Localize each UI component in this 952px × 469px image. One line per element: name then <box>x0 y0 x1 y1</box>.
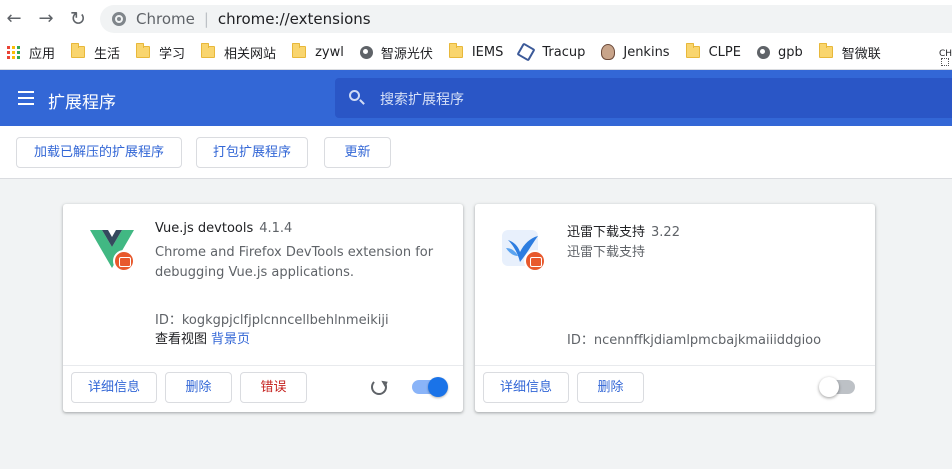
enable-toggle[interactable] <box>412 377 448 397</box>
globe-icon <box>756 45 770 59</box>
extension-description: Chrome and Firefox DevTools extension fo… <box>155 245 434 280</box>
bookmark-label: 相关网站 <box>224 46 277 62</box>
extension-name-text: 迅雷下载支持 <box>567 225 646 240</box>
inspect-views: 查看视图 背景页 <box>155 328 250 347</box>
back-arrow-icon[interactable]: ← <box>3 8 25 30</box>
developer-mode-badge-icon <box>113 250 135 272</box>
bookmark-label: Jenkins <box>623 44 670 60</box>
address-separator: | <box>203 10 209 28</box>
developer-mode-badge-icon <box>524 250 546 272</box>
bookmark-apps[interactable]: 应用 <box>7 43 55 62</box>
background-page-link[interactable]: 背景页 <box>211 332 250 347</box>
remove-button[interactable]: 删除 <box>165 372 232 403</box>
globe-icon <box>359 45 373 59</box>
search-input[interactable]: 搜索扩展程序 <box>335 78 952 118</box>
extension-name: Vue.js devtools 4.1.4 <box>155 221 292 236</box>
extension-id-label: ID： <box>567 333 594 348</box>
bookmark-item[interactable]: gpb <box>756 44 803 60</box>
folder-icon <box>292 43 307 58</box>
update-button[interactable]: 更新 <box>324 137 391 168</box>
bookmark-label: IEMS <box>471 44 504 60</box>
pack-extension-button[interactable]: 打包扩展程序 <box>196 137 308 168</box>
toggle-knob <box>819 377 839 397</box>
browser-toolbar: ← → ↻ Chrome | chrome://extensions <box>0 0 952 37</box>
details-button[interactable]: 详细信息 <box>71 372 157 403</box>
tracup-icon <box>516 42 536 62</box>
bookmark-label: 学习 <box>159 46 186 62</box>
extension-id: ID：ncennffkjdiamlpmcbajkmaiiiddgioo <box>567 329 821 348</box>
extensions-header: 扩展程序 搜索扩展程序 <box>0 70 952 126</box>
folder-icon <box>448 43 463 58</box>
address-bar[interactable]: Chrome | chrome://extensions <box>100 5 952 33</box>
extension-id-value: ncennffkjdiamlpmcbajkmaiiiddgioo <box>593 333 822 348</box>
extension-version: 4.1.4 <box>259 221 293 236</box>
bookmark-item[interactable]: 相关网站 <box>201 43 276 62</box>
card-divider <box>475 365 875 366</box>
bookmark-label: 智源光伏 <box>380 46 433 62</box>
overflow-icon[interactable] <box>941 58 949 66</box>
address-url[interactable]: chrome://extensions <box>218 10 371 28</box>
extension-name-text: Vue.js devtools <box>155 221 254 236</box>
extension-id-value: kogkgpjclfjplcnncellbehlnmeikiji <box>181 313 389 328</box>
extension-card-xunlei: 迅雷下载支持 3.22 迅雷下载支持 ID：ncennffkjdiamlpmcba… <box>475 204 875 412</box>
folder-icon <box>201 43 216 58</box>
bookmark-label: 智微联 <box>841 46 881 62</box>
reload-extension-icon[interactable] <box>371 379 387 395</box>
bookmark-item[interactable]: 智微联 <box>818 43 881 62</box>
forward-arrow-icon[interactable]: → <box>35 8 57 30</box>
enable-toggle[interactable] <box>819 377 855 397</box>
bookmark-label: CLPE <box>708 44 741 60</box>
load-unpacked-button[interactable]: 加载已解压的扩展程序 <box>16 137 182 168</box>
bookmark-label: 应用 <box>29 46 56 62</box>
bookmark-item[interactable]: Tracup <box>516 42 586 62</box>
browser-chrome: ← → ↻ Chrome | chrome://extensions 应用 生活… <box>0 0 952 70</box>
extension-name: 迅雷下载支持 3.22 <box>567 221 680 240</box>
inspect-views-label: 查看视图 <box>155 332 208 347</box>
extension-id-label: ID： <box>155 313 182 328</box>
folder-icon <box>685 43 700 58</box>
apps-icon <box>7 45 20 59</box>
remove-button[interactable]: 删除 <box>577 372 644 403</box>
address-site-label: Chrome <box>136 10 195 28</box>
hamburger-menu-icon[interactable] <box>18 91 34 105</box>
folder-icon <box>136 43 151 58</box>
toggle-knob <box>428 377 448 397</box>
bookmark-item[interactable]: IEMS <box>448 43 504 60</box>
bookmark-item[interactable]: zywl <box>292 43 344 60</box>
bookmark-label: zywl <box>315 44 344 60</box>
bookmark-item[interactable]: 生活 <box>71 43 120 62</box>
site-info-icon[interactable] <box>112 12 126 26</box>
bookmark-label: gpb <box>777 44 803 60</box>
bookmarks-bar: 应用 生活 学习 相关网站 zywl 智源光伏 IEMS Tracup Jenk… <box>0 40 952 64</box>
bookmark-item[interactable]: 学习 <box>136 43 185 62</box>
jenkins-icon <box>601 44 616 60</box>
search-placeholder: 搜索扩展程序 <box>380 92 464 108</box>
folder-icon <box>71 43 86 58</box>
bookmark-label: 生活 <box>94 46 121 62</box>
extension-id: ID：kogkgpjclfjplcnncellbehlnmeikiji <box>155 309 389 328</box>
card-divider <box>63 365 463 366</box>
search-icon <box>349 90 360 101</box>
bookmark-item[interactable]: Jenkins <box>601 44 670 60</box>
vue-logo-icon <box>88 224 136 272</box>
page-title: 扩展程序 <box>48 93 116 113</box>
extension-card-vue-devtools: Vue.js devtools 4.1.4 Chrome and Firefox … <box>63 204 463 412</box>
extension-version: 3.22 <box>651 225 680 240</box>
folder-icon <box>818 43 833 58</box>
bookmark-item[interactable]: CLPE <box>685 43 741 60</box>
xunlei-bird-icon <box>500 224 548 272</box>
extension-description: 迅雷下载支持 <box>567 245 646 260</box>
bookmark-label: Tracup <box>542 44 586 60</box>
developer-toolbar: 加载已解压的扩展程序 打包扩展程序 更新 <box>0 126 952 179</box>
bookmark-item[interactable]: 智源光伏 <box>359 43 433 62</box>
details-button[interactable]: 详细信息 <box>483 372 569 403</box>
reload-page-icon[interactable]: ↻ <box>67 8 89 30</box>
errors-button[interactable]: 错误 <box>240 372 307 403</box>
